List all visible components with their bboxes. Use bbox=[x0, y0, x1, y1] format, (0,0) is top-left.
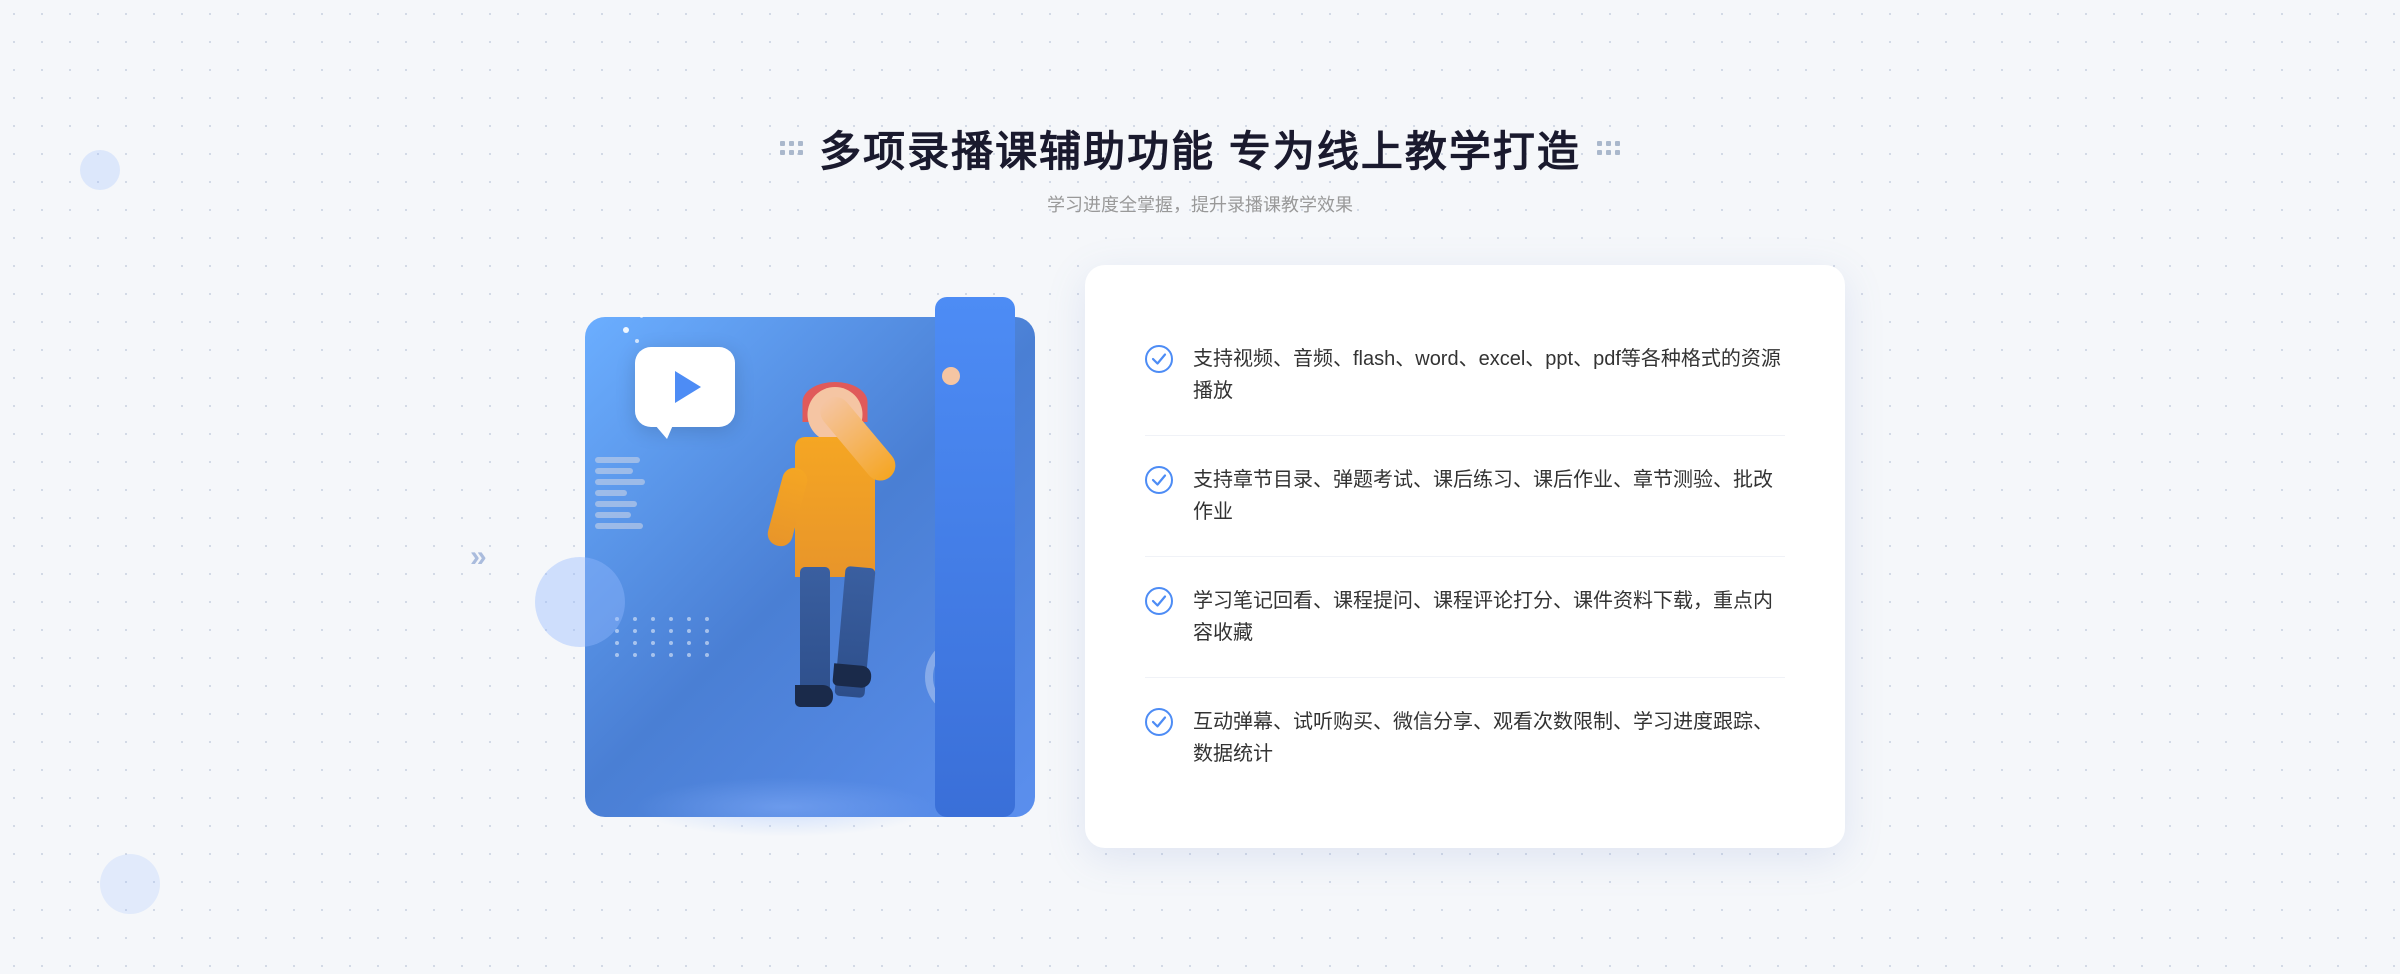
features-panel: 支持视频、音频、flash、word、excel、ppt、pdf等各种格式的资源… bbox=[1085, 265, 1845, 848]
check-icon-1 bbox=[1145, 345, 1173, 373]
page-circle-decor-1 bbox=[100, 854, 160, 914]
girl-shoe-right bbox=[832, 663, 872, 688]
gray-stripes bbox=[595, 457, 645, 537]
feature-item-2: 支持章节目录、弹题考试、课后练习、课后作业、章节测验、批改作业 bbox=[1145, 436, 1785, 557]
blue-circle-left bbox=[535, 557, 625, 647]
arrows-decoration: » bbox=[470, 540, 487, 574]
page-container: 多项录播课辅助功能 专为线上教学打造 学习进度全掌握，提升录播课教学效果 » bbox=[0, 0, 2400, 974]
feature-item-4: 互动弹幕、试听购买、微信分享、观看次数限制、学习进度跟踪、数据统计 bbox=[1145, 678, 1785, 798]
illustration-area bbox=[555, 257, 1095, 857]
subtitle: 学习进度全掌握，提升录播课教学效果 bbox=[780, 191, 1620, 217]
girl-leg-right bbox=[834, 565, 875, 697]
girl-arm-left bbox=[765, 465, 810, 549]
check-icon-3 bbox=[1145, 587, 1173, 615]
feature-text-2: 支持章节目录、弹题考试、课后练习、课后作业、章节测验、批改作业 bbox=[1193, 464, 1785, 528]
page-circle-decor-2 bbox=[80, 150, 120, 190]
girl-leg-left bbox=[800, 567, 830, 707]
decorator-left bbox=[780, 141, 803, 155]
feature-text-4: 互动弹幕、试听购买、微信分享、观看次数限制、学习进度跟踪、数据统计 bbox=[1193, 706, 1785, 770]
check-icon-2 bbox=[1145, 466, 1173, 494]
content-section: » bbox=[550, 257, 1850, 857]
check-icon-4 bbox=[1145, 708, 1173, 736]
decorator-right bbox=[1597, 141, 1620, 155]
feature-text-1: 支持视频、音频、flash、word、excel、ppt、pdf等各种格式的资源… bbox=[1193, 343, 1785, 407]
feature-item-1: 支持视频、音频、flash、word、excel、ppt、pdf等各种格式的资源… bbox=[1145, 315, 1785, 436]
main-title: 多项录播课辅助功能 专为线上教学打造 bbox=[819, 118, 1581, 179]
play-triangle-icon bbox=[675, 371, 701, 403]
feature-text-3: 学习笔记回看、课程提问、课程评论打分、课件资料下载，重点内容收藏 bbox=[1193, 585, 1785, 649]
light-beam bbox=[635, 777, 935, 837]
girl-figure bbox=[715, 387, 955, 827]
girl-hand bbox=[942, 367, 960, 385]
sparkle-2 bbox=[635, 339, 639, 343]
header-decorators: 多项录播课辅助功能 专为线上教学打造 bbox=[780, 118, 1620, 179]
header-section: 多项录播课辅助功能 专为线上教学打造 学习进度全掌握，提升录播课教学效果 bbox=[780, 118, 1620, 217]
girl-body bbox=[795, 437, 875, 577]
sparkle-3 bbox=[640, 315, 643, 318]
sparkle-1 bbox=[623, 327, 629, 333]
feature-item-3: 学习笔记回看、课程提问、课程评论打分、课件资料下载，重点内容收藏 bbox=[1145, 557, 1785, 678]
girl-legs bbox=[800, 567, 870, 727]
girl-shoe-left bbox=[795, 685, 833, 707]
